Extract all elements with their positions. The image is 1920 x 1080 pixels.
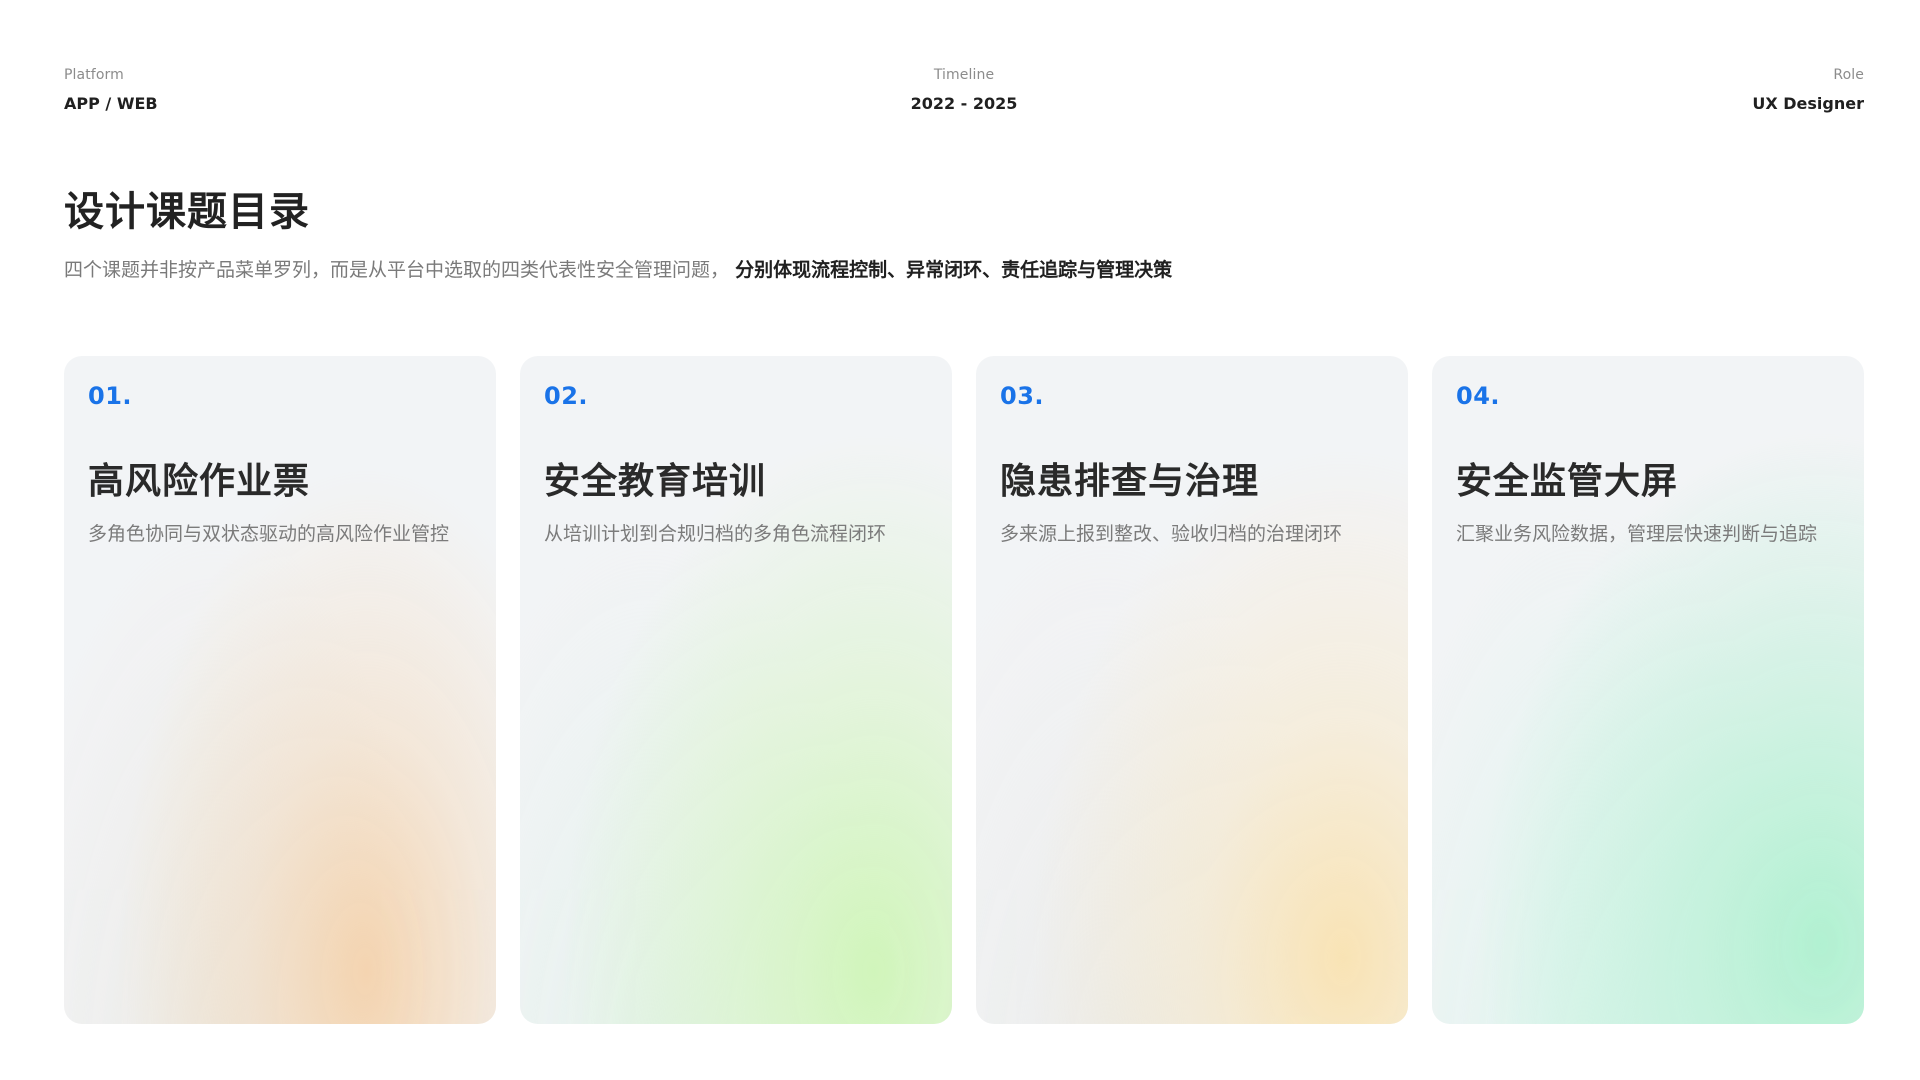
card-title: 安全监管大屏 <box>1456 461 1679 502</box>
role-label: Role <box>1833 67 1864 83</box>
card-number: 01. <box>88 382 133 410</box>
topic-card-1[interactable]: 01. 高风险作业票 多角色协同与双状态驱动的高风险作业管控 <box>64 356 496 1024</box>
topic-cards: 01. 高风险作业票 多角色协同与双状态驱动的高风险作业管控 02. 安全教育培… <box>64 356 1864 1024</box>
card-4-glow <box>1432 356 1864 1024</box>
timeline-value: 2022 - 2025 <box>910 94 1018 113</box>
platform-value: APP / WEB <box>64 94 158 113</box>
subtitle-emphasis: 分别体现流程控制、异常闭环、责任追踪与管理决策 <box>735 259 1173 281</box>
platform-label: Platform <box>64 67 124 83</box>
topic-card-3[interactable]: 03. 隐患排查与治理 多来源上报到整改、验收归档的治理闭环 <box>976 356 1408 1024</box>
card-description: 多角色协同与双状态驱动的高风险作业管控 <box>88 523 450 545</box>
card-2-glow <box>520 356 952 1024</box>
card-1-glow <box>64 356 496 1024</box>
meta-role: Role UX Designer <box>1752 66 1864 114</box>
card-number: 02. <box>544 382 589 410</box>
card-description: 汇聚业务风险数据，管理层快速判断与追踪 <box>1456 523 1818 545</box>
card-title: 安全教育培训 <box>544 461 767 502</box>
meta-timeline: Timeline 2022 - 2025 <box>911 66 1018 114</box>
role-value: UX Designer <box>1752 94 1864 113</box>
topic-card-2[interactable]: 02. 安全教育培训 从培训计划到合规归档的多角色流程闭环 <box>520 356 952 1024</box>
subtitle-prefix: 四个课题并非按产品菜单罗列，而是从平台中选取的四类代表性安全管理问题， <box>64 259 730 281</box>
card-number: 03. <box>1000 382 1045 410</box>
page-title: 设计课题目录 <box>64 189 310 235</box>
meta-row: Platform APP / WEB Timeline 2022 - 2025 … <box>64 66 1864 126</box>
card-description: 从培训计划到合规归档的多角色流程闭环 <box>544 523 887 545</box>
meta-platform: Platform APP / WEB <box>64 66 158 114</box>
card-description: 多来源上报到整改、验收归档的治理闭环 <box>1000 523 1343 545</box>
timeline-label: Timeline <box>933 67 995 83</box>
card-title: 高风险作业票 <box>88 461 311 502</box>
card-3-glow <box>976 356 1408 1024</box>
page-subtitle: 四个课题并非按产品菜单罗列，而是从平台中选取的四类代表性安全管理问题， 分别体现… <box>64 256 1172 284</box>
card-number: 04. <box>1456 382 1501 410</box>
topic-card-4[interactable]: 04. 安全监管大屏 汇聚业务风险数据，管理层快速判断与追踪 <box>1432 356 1864 1024</box>
card-title: 隐患排查与治理 <box>1000 461 1260 502</box>
